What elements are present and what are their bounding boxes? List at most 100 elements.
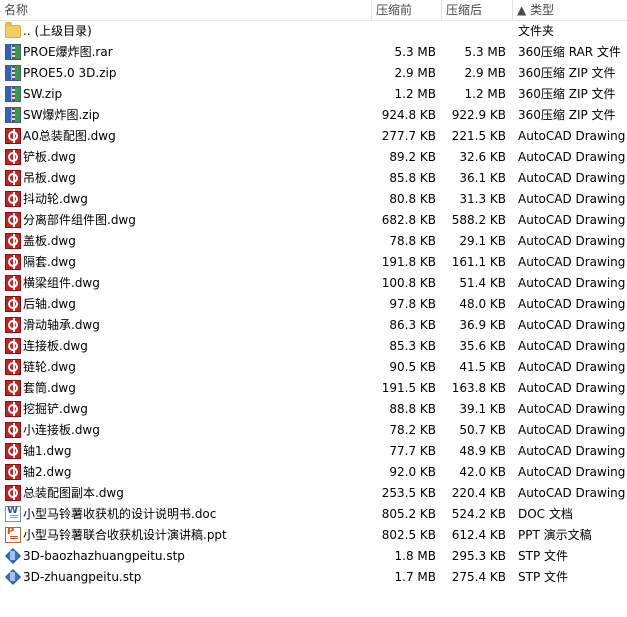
file-original-size: 51.4 KB [459,276,506,290]
file-original-size: 5.3 MB [464,45,506,59]
file-original-size: 35.6 KB [459,339,506,353]
file-row[interactable]: 链轮.dwg 90.5 KB 41.5 KB AutoCAD Drawing [0,357,627,378]
file-list: .. (上级目录) 文件夹 PROE爆炸图.rar 5.3 MB 5.3 MB 360压缩… [0,21,627,588]
file-row[interactable]: PROE爆炸图.rar 5.3 MB 5.3 MB 360压缩 RAR 文件 [0,42,627,63]
file-type: AutoCAD Drawing [518,402,626,416]
archive-icon [5,86,21,102]
file-original-size [410,21,506,42]
file-row[interactable]: 横梁组件.dwg 100.8 KB 51.4 KB AutoCAD Drawing [0,273,627,294]
file-name: 轴2.dwg [23,465,72,479]
file-row[interactable]: 滑动轴承.dwg 86.3 KB 36.9 KB AutoCAD Drawing [0,315,627,336]
file-row[interactable]: 小型马铃薯收获机的设计说明书.doc805.2 KB524.2 KBDOC 文档 [0,504,627,525]
file-name: PROE5.0 3D.zip [23,66,117,80]
autocad-drawing-icon [5,212,21,228]
file-row[interactable]: 轴2.dwg 92.0 KB 42.0 KB AutoCAD Drawing [0,462,627,483]
file-row[interactable]: 总装配图副本.dwg 253.5 KB 220.4 KB AutoCAD Drawin… [0,483,627,504]
file-row[interactable]: A0总装配图.dwg 277.7 KB 221.5 KB AutoCAD Drawin… [0,126,627,147]
column-header-name[interactable]: 名称 [0,0,370,20]
file-type: AutoCAD Drawing [518,318,626,332]
file-original-size: 221.5 KB [451,129,506,143]
file-name: 抖动轮.dwg [23,192,88,206]
file-type: PPT 演示文稿 [518,528,592,542]
file-type: STP 文件 [518,549,568,563]
column-header-type[interactable]: ▲ 类型 [513,0,627,20]
column-header-original[interactable]: 压缩后 [442,0,512,20]
step-model-icon [5,548,21,564]
autocad-drawing-icon [5,401,21,417]
file-name: 小型马铃薯联合收获机设计演讲稿.ppt [23,528,227,542]
file-original-size: 50.7 KB [459,423,506,437]
file-name: A0总装配图.dwg [23,129,116,143]
file-original-size: 524.2 KB [451,507,506,521]
file-type: AutoCAD Drawing [518,486,626,500]
autocad-drawing-icon [5,317,21,333]
file-name: 链轮.dwg [23,360,76,374]
file-original-size: 922.9 KB [451,108,506,122]
file-row[interactable]: 连接板.dwg 85.3 KB 35.6 KB AutoCAD Drawing [0,336,627,357]
file-name: 吊板.dwg [23,171,76,185]
file-name: .. (上级目录) [23,24,92,38]
file-row[interactable]: 小连接板.dwg 78.2 KB 50.7 KB AutoCAD Drawing [0,420,627,441]
file-type: AutoCAD Drawing [518,276,626,290]
file-type: AutoCAD Drawing [518,423,626,437]
file-type: AutoCAD Drawing [518,129,626,143]
file-name: 轴1.dwg [23,444,72,458]
file-row[interactable]: 抖动轮.dwg 80.8 KB 31.3 KB AutoCAD Drawing [0,189,627,210]
file-type: AutoCAD Drawing [518,234,626,248]
file-type: STP 文件 [518,570,568,584]
folder-icon [5,22,21,38]
autocad-drawing-icon [5,275,21,291]
file-original-size: 163.8 KB [451,381,506,395]
file-type: AutoCAD Drawing [518,297,626,311]
file-row[interactable]: PROE5.0 3D.zip 2.9 MB 2.9 MB 360压缩 ZIP 文件 [0,63,627,84]
file-row[interactable]: 套筒.dwg 191.5 KB 163.8 KB AutoCAD Drawing [0,378,627,399]
file-name: 隔套.dwg [23,255,76,269]
file-row[interactable]: SW爆炸图.zip 924.8 KB 922.9 KB 360压缩 ZIP 文件 [0,105,627,126]
file-type: 360压缩 RAR 文件 [518,45,621,59]
file-row[interactable]: SW.zip 1.2 MB 1.2 MB 360压缩 ZIP 文件 [0,84,627,105]
file-original-size: 39.1 KB [459,402,506,416]
file-row[interactable]: 盖板.dwg 78.8 KB 29.1 KB AutoCAD Drawing [0,231,627,252]
column-header-type-label: 类型 [530,3,555,17]
autocad-drawing-icon [5,338,21,354]
file-original-size: 32.6 KB [459,150,506,164]
sort-ascending-icon: ▲ [517,3,527,17]
autocad-drawing-icon [5,359,21,375]
file-original-size: 1.2 MB [464,87,506,101]
file-row[interactable]: 3D-baozhazhuangpeitu.stp 1.8 MB 295.3 KB ST… [0,546,627,567]
file-row[interactable]: 铲板.dwg 89.2 KB 32.6 KB AutoCAD Drawing [0,147,627,168]
file-row[interactable]: 挖掘铲.dwg 88.8 KB 39.1 KB AutoCAD Drawing [0,399,627,420]
file-name: SW.zip [23,87,63,101]
file-type: AutoCAD Drawing [518,171,626,185]
powerpoint-icon [5,525,21,543]
file-original-size: 612.4 KB [451,528,506,542]
file-name: 3D-baozhazhuangpeitu.stp [23,549,185,563]
file-type: 360压缩 ZIP 文件 [518,66,616,80]
file-type: AutoCAD Drawing [518,339,626,353]
file-name: 盖板.dwg [23,234,76,248]
file-row[interactable]: 后轴.dwg 97.8 KB 48.0 KB AutoCAD Drawing [0,294,627,315]
file-type: AutoCAD Drawing [518,360,626,374]
file-row[interactable]: 小型马铃薯联合收获机设计演讲稿.ppt802.5 KB612.4 KBPPT 演… [0,525,627,546]
file-row[interactable]: 3D-zhuangpeitu.stp 1.7 MB 275.4 KB STP 文件 [0,567,627,588]
autocad-drawing-icon [5,422,21,438]
file-type: AutoCAD Drawing [518,255,626,269]
file-original-size: 220.4 KB [451,486,506,500]
file-name: SW爆炸图.zip [23,108,100,122]
archive-icon [5,65,21,81]
file-type: AutoCAD Drawing [518,213,626,227]
file-name: 连接板.dwg [23,339,88,353]
file-original-size: 41.5 KB [459,360,506,374]
file-original-size: 31.3 KB [459,192,506,206]
autocad-drawing-icon [5,149,21,165]
autocad-drawing-icon [5,233,21,249]
parent-directory-row[interactable]: .. (上级目录) 文件夹 [0,21,627,42]
file-type: 360压缩 ZIP 文件 [518,87,616,101]
file-row[interactable]: 轴1.dwg 77.7 KB 48.9 KB AutoCAD Drawing [0,441,627,462]
autocad-drawing-icon [5,464,21,480]
file-row[interactable]: 吊板.dwg 85.8 KB 36.1 KB AutoCAD Drawing [0,168,627,189]
file-row[interactable]: 分离部件组件图.dwg 682.8 KB 588.2 KB AutoCAD Drawi… [0,210,627,231]
column-header-compressed[interactable]: 压缩前 [372,0,440,20]
file-row[interactable]: 隔套.dwg 191.8 KB 161.1 KB AutoCAD Drawing [0,252,627,273]
file-name: 挖掘铲.dwg [23,402,88,416]
